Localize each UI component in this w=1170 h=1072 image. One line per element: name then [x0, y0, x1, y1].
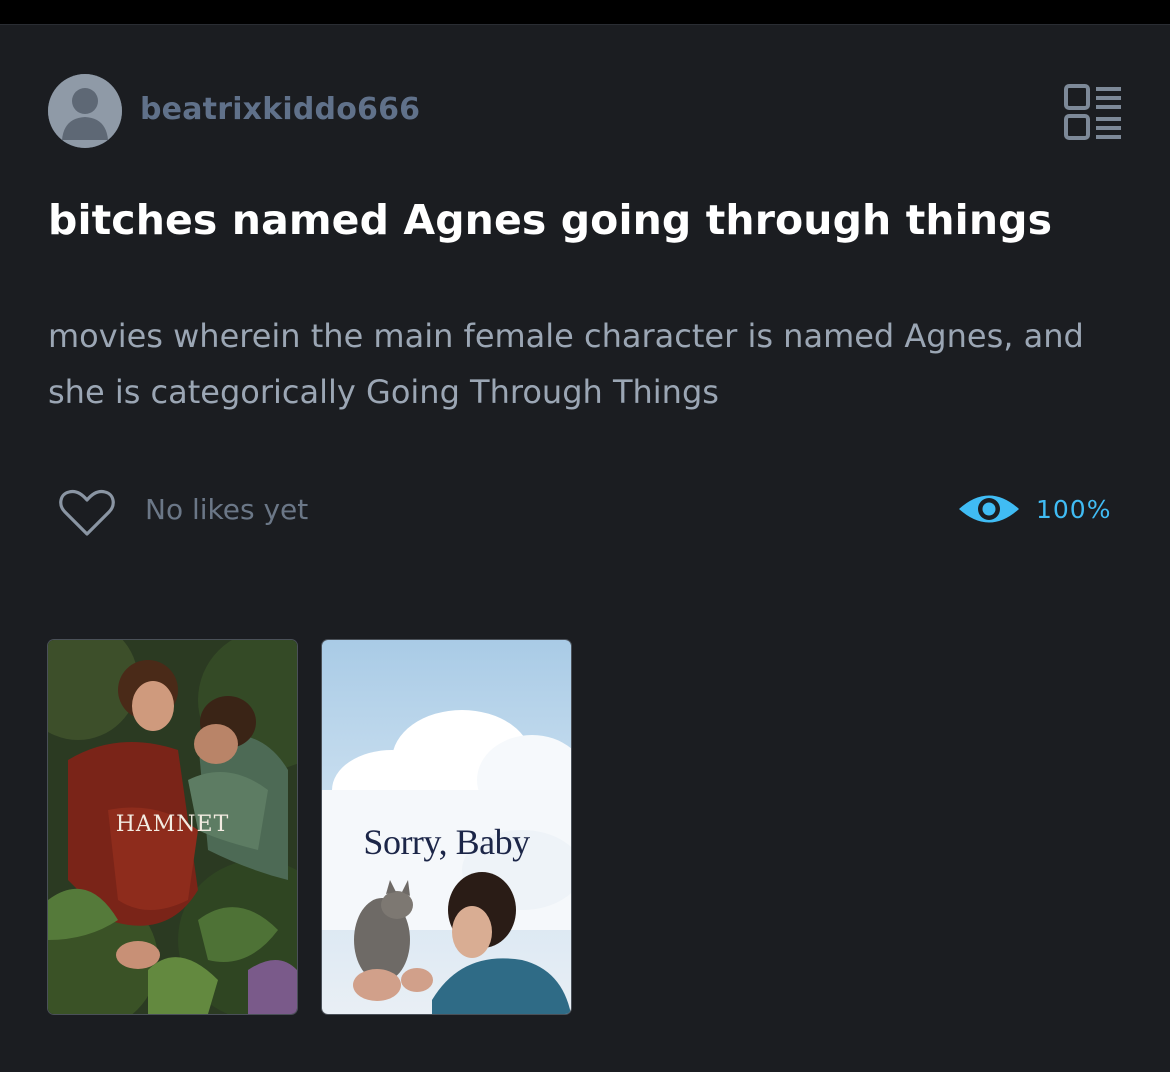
grid-list-view-icon[interactable] — [1064, 84, 1122, 140]
poster-title: HAMNET — [115, 812, 230, 837]
poster-hamnet[interactable]: HAMNET — [48, 640, 297, 1014]
watched-percentage: 100% — [1036, 495, 1112, 524]
likes-count: No likes yet — [145, 493, 309, 526]
eye-icon — [958, 488, 1020, 530]
heart-outline-icon[interactable] — [58, 488, 116, 538]
list-description: movies wherein the main female character… — [48, 317, 1084, 411]
status-bar — [0, 0, 1170, 24]
default-user-icon — [48, 74, 122, 148]
avatar[interactable] — [48, 74, 122, 148]
poster-title: Sorry, Baby — [363, 822, 530, 862]
author-username[interactable]: beatrixkiddo666 — [140, 92, 420, 127]
divider — [0, 24, 1170, 25]
poster-sorry-baby[interactable]: Sorry, Baby — [322, 640, 571, 1014]
list-title: bitches named Agnes going through things — [48, 196, 1053, 244]
